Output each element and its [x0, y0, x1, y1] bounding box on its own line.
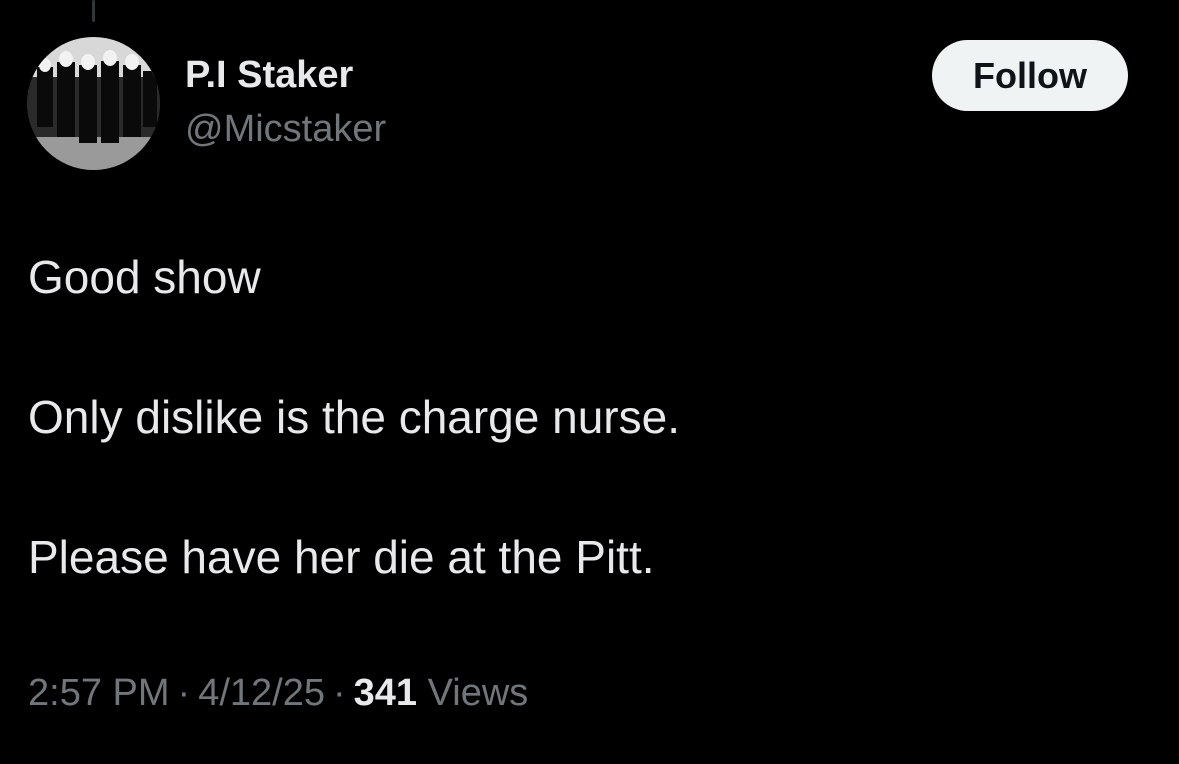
- views-label[interactable]: Views: [428, 672, 529, 714]
- follow-button[interactable]: Follow: [932, 40, 1128, 111]
- views-count[interactable]: 341: [354, 672, 417, 714]
- avatar-image: [27, 37, 160, 170]
- meta-separator: ·: [332, 672, 346, 714]
- tweet-text-line: Good show: [28, 251, 261, 303]
- author-handle[interactable]: @Micstaker: [185, 108, 386, 151]
- tweet-text-line: Please have her die at the Pitt.: [28, 531, 655, 583]
- tweet-meta: 2:57 PM · 4/12/25 · 341 Views: [28, 672, 528, 715]
- tweet-time[interactable]: 2:57 PM: [28, 672, 170, 714]
- thread-connector-line: [92, 0, 95, 22]
- avatar[interactable]: [27, 37, 160, 170]
- tweet-date[interactable]: 4/12/25: [198, 672, 325, 714]
- author-display-name[interactable]: P.I Staker: [185, 54, 353, 97]
- tweet-text-line: Only dislike is the charge nurse.: [28, 391, 680, 443]
- meta-separator: ·: [177, 672, 191, 714]
